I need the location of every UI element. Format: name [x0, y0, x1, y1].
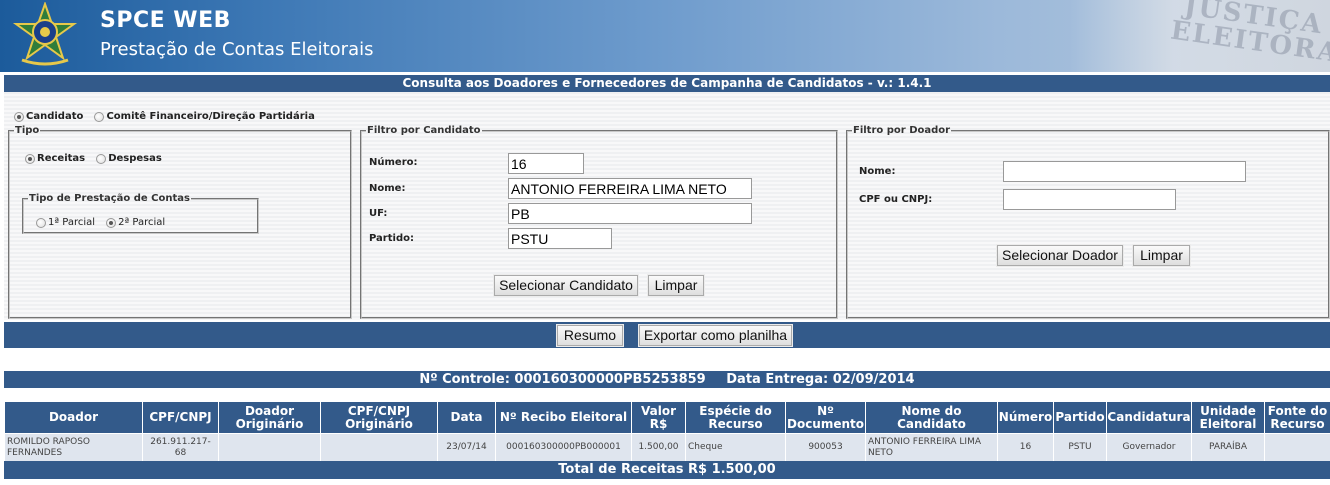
radio-candidato[interactable]: [14, 111, 24, 122]
cell-valor: 1.500,00: [631, 433, 686, 462]
table-header-row: Doador CPF/CNPJ Doador Originário CPF/CN…: [4, 401, 1330, 434]
exportar-planilha-button[interactable]: Exportar como planilha: [639, 325, 792, 346]
cell-cpf-cnpj-originario: [320, 433, 438, 462]
nome-doador-input[interactable]: [1003, 161, 1246, 182]
nome-candidato-input[interactable]: ANTONIO FERREIRA LIMA NETO: [508, 178, 752, 199]
app-subtitle: Prestação de Contas Eleitorais: [100, 39, 374, 60]
radio-1a-parcial-label: 1ª Parcial: [48, 217, 96, 228]
filtro-doador-legend: Filtro por Doador: [853, 125, 951, 136]
filtro-candidato-legend: Filtro por Candidato: [367, 125, 481, 136]
col-candidatura[interactable]: Candidatura: [1106, 401, 1192, 434]
prestacao-legend: Tipo de Prestação de Contas: [29, 193, 190, 204]
cell-nome-candidato: ANTONIO FERREIRA LIMA NETO: [865, 433, 998, 462]
numero-label: Número:: [369, 157, 418, 168]
resumo-button[interactable]: Resumo: [557, 325, 623, 346]
numero-controle: Nº Controle: 000160300000PB5253859: [419, 372, 706, 387]
col-valor[interactable]: Valor R$: [631, 401, 686, 434]
radio-despesas-label: Despesas: [108, 153, 162, 164]
col-data[interactable]: Data: [437, 401, 496, 434]
col-doador-originario[interactable]: Doador Originário: [218, 401, 321, 434]
col-doador[interactable]: Doador: [4, 401, 143, 434]
cpf-cnpj-input[interactable]: [1003, 189, 1176, 210]
cell-documento: 900053: [785, 433, 866, 462]
cell-especie: Cheque: [685, 433, 786, 462]
cell-unidade-eleitoral: PARAÍBA: [1191, 433, 1265, 462]
cell-doador-originario: [218, 433, 321, 462]
selecionar-doador-button[interactable]: Selecionar Doador: [997, 245, 1123, 266]
app-title: SPCE WEB: [100, 8, 231, 33]
limpar-doador-button[interactable]: Limpar: [1133, 245, 1190, 266]
col-documento[interactable]: Nº Documento: [785, 401, 866, 434]
partido-input[interactable]: PSTU: [508, 228, 612, 249]
cell-fonte-recurso: [1264, 433, 1330, 462]
col-cpf-cnpj-originario[interactable]: CPF/CNPJ Originário: [320, 401, 438, 434]
nome-doador-label: Nome:: [859, 166, 896, 177]
results-table: Doador CPF/CNPJ Doador Originário CPF/CN…: [4, 401, 1330, 462]
col-unidade-eleitoral[interactable]: Unidade Eleitoral: [1191, 401, 1265, 434]
cell-candidatura: Governador: [1106, 433, 1192, 462]
col-fonte-recurso[interactable]: Fonte do Recurso: [1264, 401, 1330, 434]
total-receitas: Total de Receitas R$ 1.500,00: [4, 461, 1330, 479]
col-partido[interactable]: Partido: [1053, 401, 1107, 434]
radio-comite[interactable]: [94, 111, 105, 122]
col-numero[interactable]: Número: [997, 401, 1054, 434]
radio-receitas[interactable]: [25, 153, 35, 164]
radio-2a-parcial[interactable]: [106, 217, 117, 228]
entity-type-group: Candidato Comitê Financeiro/Direção Part…: [14, 106, 321, 125]
filtro-doador-fieldset: Filtro por Doador: [846, 125, 1330, 319]
uf-input[interactable]: PB: [508, 203, 752, 224]
header-banner: SPCE WEB Prestação de Contas Eleitorais …: [0, 0, 1330, 72]
page-title: Consulta aos Doadores e Fornecedores de …: [4, 75, 1330, 92]
nome-candidato-label: Nome:: [369, 183, 406, 194]
radio-candidato-label: Candidato: [26, 111, 84, 122]
cell-partido: PSTU: [1053, 433, 1107, 462]
cpf-cnpj-label: CPF ou CNPJ:: [859, 194, 933, 205]
prestacao-group: 1ª Parcial 2ª Parcial: [36, 212, 171, 231]
selecionar-candidato-button[interactable]: Selecionar Candidato: [494, 275, 638, 296]
cell-doador: ROMILDO RAPOSO FERNANDES: [4, 433, 143, 462]
col-cpf-cnpj[interactable]: CPF/CNPJ: [142, 401, 219, 434]
limpar-candidato-button[interactable]: Limpar: [648, 275, 704, 296]
tipo-legend: Tipo: [15, 125, 40, 136]
cell-numero: 16: [997, 433, 1054, 462]
col-recibo[interactable]: Nº Recibo Eleitoral: [495, 401, 632, 434]
radio-2a-parcial-label: 2ª Parcial: [118, 217, 166, 228]
radio-despesas[interactable]: [96, 153, 107, 164]
partido-label: Partido:: [369, 233, 414, 244]
data-entrega: Data Entrega: 02/09/2014: [726, 372, 915, 387]
cell-recibo: 000160300000PB000001: [495, 433, 632, 462]
tipo-group: Receitas Despesas: [25, 148, 168, 167]
control-info-bar: Nº Controle: 000160300000PB5253859 Data …: [4, 371, 1330, 388]
numero-input[interactable]: 16: [508, 153, 584, 174]
cell-data: 23/07/14: [437, 433, 496, 462]
table-row: ROMILDO RAPOSO FERNANDES 261.911.217-68 …: [4, 433, 1330, 462]
col-especie[interactable]: Espécie do Recurso: [685, 401, 786, 434]
uf-label: UF:: [369, 208, 388, 219]
brasil-coat-of-arms-icon: [12, 2, 78, 66]
radio-receitas-label: Receitas: [37, 153, 86, 164]
col-nome-candidato[interactable]: Nome do Candidato: [865, 401, 998, 434]
cell-cpf-cnpj: 261.911.217-68: [142, 433, 219, 462]
radio-1a-parcial[interactable]: [36, 217, 46, 228]
radio-comite-label: Comitê Financeiro/Direção Partidária: [106, 111, 315, 122]
